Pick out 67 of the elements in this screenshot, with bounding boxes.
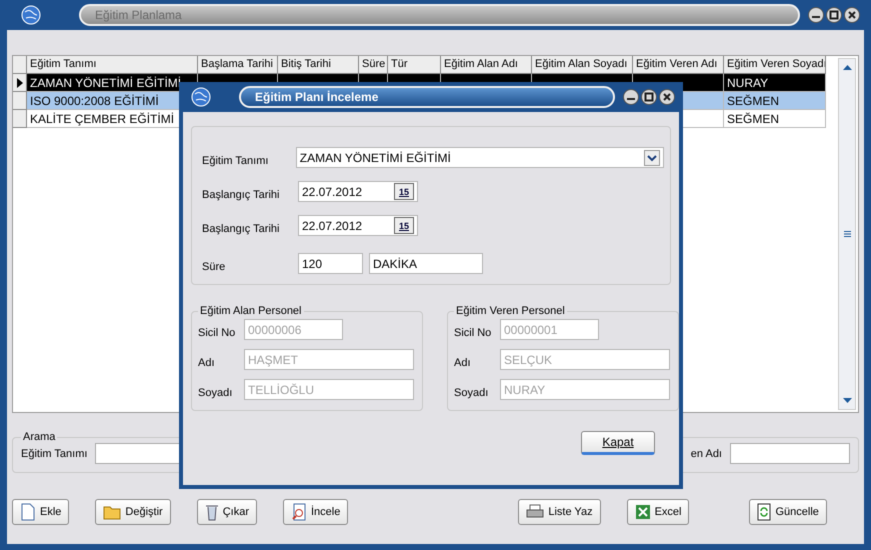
dialog-title: Eğitim Planı İnceleme <box>239 86 615 108</box>
group-title: Arama <box>22 431 56 443</box>
table-cell[interactable]: SEĞMEN <box>724 92 826 110</box>
minimize-icon[interactable] <box>623 89 639 105</box>
calendar-button[interactable]: 15 <box>394 217 414 234</box>
field-label: en Adı <box>690 448 722 460</box>
toolbar-button[interactable]: Çıkar <box>196 499 257 525</box>
column-header[interactable]: Tür <box>388 56 441 74</box>
minimize-icon[interactable] <box>808 7 824 23</box>
spreadsheet-icon <box>634 504 651 520</box>
field-label: Adı <box>198 356 216 368</box>
input-field[interactable] <box>730 443 850 464</box>
field-label: Sicil No <box>198 326 236 338</box>
maximize-icon[interactable] <box>826 7 842 23</box>
trash-icon <box>204 503 219 521</box>
toolbar-button[interactable]: Liste Yaz <box>518 499 601 525</box>
field-label: Süre <box>202 260 226 272</box>
row-header[interactable] <box>13 74 27 92</box>
field-label: Başlangıç Tarihi <box>202 188 280 200</box>
printer-icon <box>526 504 544 520</box>
scroll-down-icon[interactable] <box>842 398 852 404</box>
toolbar-button[interactable]: Ekle <box>12 499 70 525</box>
column-header[interactable]: Bitiş Tarihi <box>278 56 359 74</box>
column-header[interactable]: Eğitim Alan Soyadı <box>532 56 633 74</box>
corner-header <box>13 56 27 74</box>
close-button[interactable]: Kapat <box>581 431 655 455</box>
combo-box[interactable]: ZAMAN YÖNETİMİ EĞİTİMİ <box>296 147 664 168</box>
folder-icon <box>103 504 122 520</box>
toolbar-button[interactable]: Değiştir <box>95 499 171 525</box>
column-header[interactable]: Eğitim Tanımı <box>27 56 198 74</box>
toolbar-button[interactable]: Güncelle <box>749 499 827 525</box>
field-label: Adı <box>454 356 472 368</box>
toolbar-button[interactable]: Excel <box>626 499 690 525</box>
group-title: Eğitim Veren Personel <box>455 305 566 317</box>
document-icon <box>20 503 36 521</box>
column-header[interactable]: Süre <box>359 56 388 74</box>
toolbar-button[interactable]: İncele <box>282 499 348 525</box>
calendar-button[interactable]: 15 <box>394 183 414 200</box>
date-field[interactable]: 22.07.2012 15 <box>298 215 418 236</box>
magnifier-document-icon <box>290 503 307 521</box>
row-pointer-icon <box>16 78 22 88</box>
table-cell[interactable]: ZAMAN YÖNETİMİ EĞİTİMİ <box>27 74 198 92</box>
input-field[interactable]: DAKİKA <box>369 253 483 274</box>
window-title: Eğitim Planlama <box>79 4 800 26</box>
column-header[interactable]: Başlama Tarihi <box>198 56 278 74</box>
field-label: Eğitim Tanımı <box>202 154 270 166</box>
field-label: Sicil No <box>454 326 492 338</box>
dropdown-icon[interactable] <box>644 150 660 166</box>
globe-icon <box>191 87 211 107</box>
close-icon[interactable] <box>659 89 675 105</box>
scroll-up-icon[interactable] <box>842 64 852 70</box>
input-field[interactable]: 120 <box>298 253 363 274</box>
field-label: Eğitim Tanımı <box>21 448 88 460</box>
table-cell[interactable]: SEĞMEN <box>724 110 826 128</box>
globe-icon <box>21 5 41 25</box>
close-icon[interactable] <box>844 7 860 23</box>
table-cell[interactable]: NURAY <box>724 74 826 92</box>
field-label: Soyadı <box>198 386 234 398</box>
field-label: Soyadı <box>454 386 490 398</box>
field-label: Başlangıç Tarihi <box>202 222 280 234</box>
column-header[interactable]: Eğitim Alan Adı <box>441 56 532 74</box>
maximize-icon[interactable] <box>641 89 657 105</box>
group-title: Eğitim Alan Personel <box>199 305 302 317</box>
column-header[interactable]: Eğitim Veren Adı <box>633 56 724 74</box>
date-field[interactable]: 22.07.2012 15 <box>298 181 418 202</box>
refresh-document-icon <box>757 503 772 521</box>
scroll-grip-icon[interactable] <box>844 231 850 237</box>
